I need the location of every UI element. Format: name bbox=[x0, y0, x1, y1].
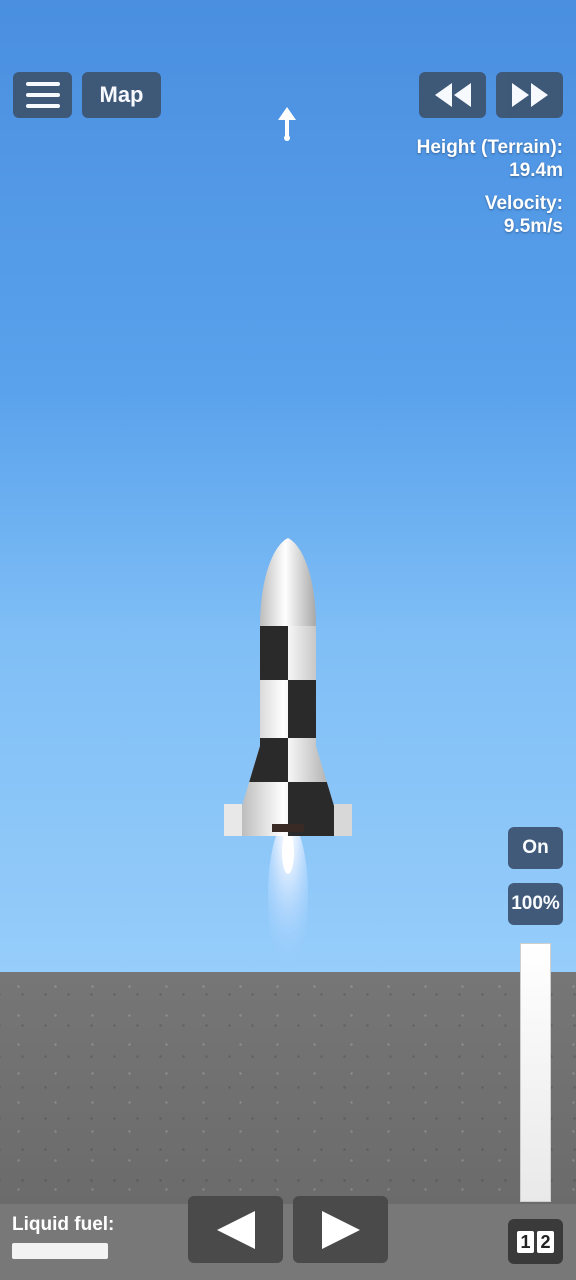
stage-number: 1 bbox=[517, 1230, 534, 1253]
engine-toggle-button[interactable]: On bbox=[508, 827, 563, 869]
prograde-marker-icon bbox=[278, 107, 296, 141]
velocity-value: 9.5m/s bbox=[503, 216, 563, 237]
stage-button[interactable]: 1 2 bbox=[508, 1219, 563, 1264]
map-button[interactable]: Map bbox=[82, 72, 161, 118]
fast-forward-icon bbox=[511, 83, 548, 107]
height-label: Height (Terrain): bbox=[416, 137, 563, 158]
hamburger-menu-icon bbox=[25, 82, 60, 108]
velocity-label: Velocity: bbox=[484, 193, 563, 214]
ground-terrain bbox=[0, 972, 576, 1204]
throttle-percent-button[interactable]: 100% bbox=[508, 883, 563, 925]
flight-telemetry: Height (Terrain): 19.4m Velocity: 9.5m/s bbox=[417, 136, 563, 238]
height-value: 19.4m bbox=[509, 160, 563, 181]
rewind-button[interactable] bbox=[419, 72, 486, 118]
rotate-right-button[interactable] bbox=[293, 1196, 388, 1263]
left-arrow-icon bbox=[216, 1210, 255, 1249]
rewind-icon bbox=[434, 83, 471, 107]
throttle-slider-fill bbox=[521, 944, 550, 1201]
rotate-left-button[interactable] bbox=[188, 1196, 283, 1263]
rocket-craft bbox=[224, 538, 352, 971]
stage-number: 2 bbox=[537, 1230, 554, 1253]
fast-forward-button[interactable] bbox=[496, 72, 563, 118]
liquid-fuel-bar bbox=[12, 1243, 108, 1259]
liquid-fuel-label: Liquid fuel: bbox=[12, 1214, 115, 1235]
menu-button[interactable] bbox=[13, 72, 72, 118]
liquid-fuel-fill bbox=[12, 1243, 108, 1259]
right-arrow-icon bbox=[321, 1210, 360, 1249]
throttle-slider[interactable] bbox=[520, 943, 551, 1202]
